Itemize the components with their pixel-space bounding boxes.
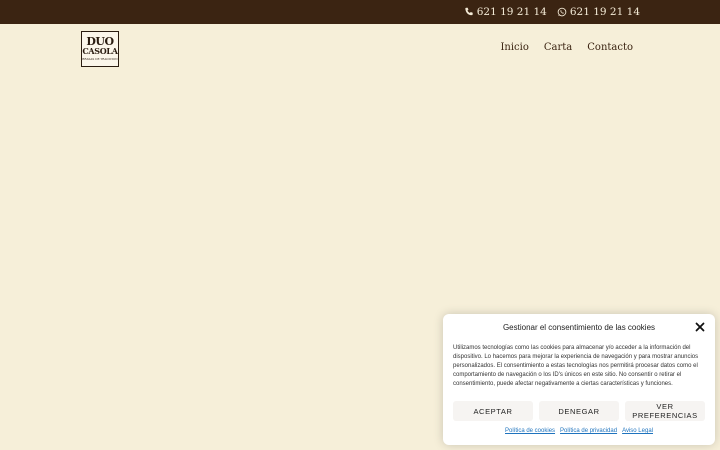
nav-item-contacto[interactable]: Contacto	[587, 42, 633, 53]
whatsapp-link[interactable]: 621 19 21 14	[557, 6, 640, 18]
legal-notice-link[interactable]: Aviso Legal	[622, 428, 653, 434]
main-nav: Inicio Carta Contacto	[500, 42, 633, 53]
phone-number: 621 19 21 14	[476, 6, 547, 18]
accept-button[interactable]: ACEPTAR	[453, 401, 533, 421]
cookie-links: Política de cookies Política de privacid…	[443, 428, 715, 434]
whatsapp-number: 621 19 21 14	[569, 6, 640, 18]
cookie-policy-link[interactable]: Política de cookies	[505, 428, 555, 434]
cookie-dialog-text: Utilizamos tecnologías como las cookies …	[453, 345, 699, 387]
nav-item-carta[interactable]: Carta	[544, 42, 572, 53]
privacy-policy-link[interactable]: Política de privacidad	[560, 428, 617, 434]
logo-line-3: BRASAS DE TRADICION	[82, 57, 118, 61]
deny-button[interactable]: DENEGAR	[539, 401, 619, 421]
preferences-button[interactable]: VER PREFERENCIAS	[625, 401, 705, 421]
whatsapp-icon	[557, 7, 567, 17]
close-icon[interactable]	[695, 322, 705, 332]
logo-line-2: CASOLA	[82, 46, 118, 56]
cookie-consent-dialog: Gestionar el consentimiento de las cooki…	[443, 314, 715, 445]
nav-item-inicio[interactable]: Inicio	[500, 42, 528, 53]
phone-link[interactable]: 621 19 21 14	[464, 6, 547, 18]
cookie-buttons: ACEPTAR DENEGAR VER PREFERENCIAS	[453, 401, 705, 421]
top-bar: 621 19 21 14 621 19 21 14	[0, 0, 720, 24]
cookie-dialog-title: Gestionar el consentimiento de las cooki…	[502, 323, 656, 332]
site-logo[interactable]: DUO CASOLA BRASAS DE TRADICION	[81, 31, 119, 67]
phone-icon	[464, 7, 474, 17]
